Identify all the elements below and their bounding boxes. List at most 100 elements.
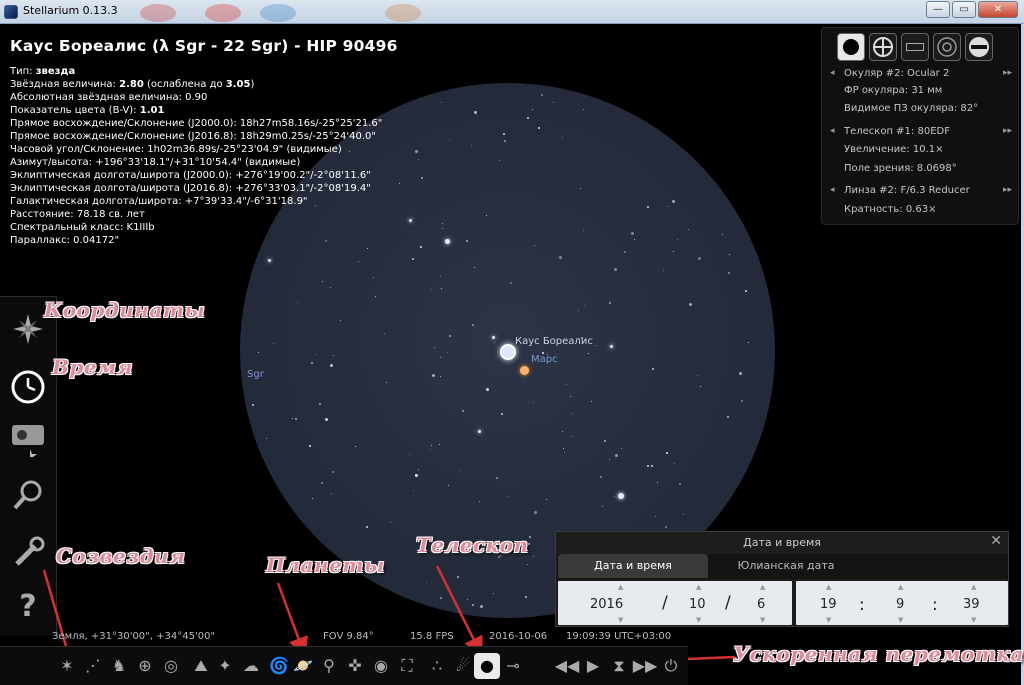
datetime-window-button[interactable] [8,367,48,407]
cardinal-points-button[interactable]: ✦ [212,653,238,679]
sky-view-window-button[interactable] [8,419,48,461]
background-star [448,139,450,141]
atmosphere-button[interactable]: ☁ [238,653,264,679]
background-star [614,453,618,457]
fullscreen-button[interactable]: ⛶ [394,653,420,679]
background-star [433,347,435,349]
object-ra-date: Прямое восхождение/Склонение (J2016.8): … [10,131,376,142]
background-star [621,447,622,449]
meteor-icon: ☄ [455,656,471,675]
satellites-button[interactable]: ∴ [424,653,450,679]
close-dialog-button[interactable]: ✕ [990,533,1002,549]
background-star [527,563,529,565]
set-current-time-button[interactable]: ⧗ [606,653,632,679]
background-star [417,468,419,470]
year-down-icon[interactable]: ▼ [618,616,623,624]
status-bar: Земля, +31°30'00", +34°45'00" FOV 9.84° … [0,628,1021,646]
configuration-window-button[interactable] [8,533,48,573]
background-star [666,451,669,454]
prev-lens-icon[interactable]: ◂ [830,185,835,195]
planet-labels-button[interactable]: 🪐 [290,653,316,679]
background-star [366,247,368,249]
bright-star [610,345,613,348]
prev-telescope-icon[interactable]: ◂ [830,126,835,136]
hour-down-icon[interactable]: ▼ [826,616,831,624]
next-telescope-icon[interactable]: ▸▸ [1003,126,1012,136]
cardinal-points-icon: ✦ [218,656,232,675]
center-icon: ✜ [348,656,362,675]
center-object-button[interactable]: ✜ [342,653,368,679]
hour-up-icon[interactable]: ▲ [826,583,831,591]
next-ocular-icon[interactable]: ▸▸ [1003,68,1012,78]
constellation-art-button[interactable]: ♞ [106,653,132,679]
location-window-button[interactable] [8,309,48,349]
background-star [485,214,487,216]
object-parallax: Параллакс: 0.04172" [10,235,120,246]
background-star [501,412,504,415]
second-input[interactable]: 39 [963,597,980,612]
quit-button[interactable]: ⏻ [658,653,684,679]
prev-ocular-icon[interactable]: ◂ [830,68,835,78]
crosshair-button[interactable] [869,33,897,61]
minimize-button[interactable]: — [926,1,950,18]
search-window-button[interactable] [8,475,48,515]
second-up-icon[interactable]: ▲ [971,583,976,591]
equatorial-grid-button[interactable]: ⊕ [132,653,158,679]
object-hour-angle: Часовой угол/Склонение: 1h02m36.89s/-25°… [10,144,342,155]
tab-date-time[interactable]: Дата и время [558,554,708,578]
night-mode-button[interactable]: ◉ [368,653,394,679]
real-time-speed-button[interactable]: ▶ [580,653,606,679]
day-up-icon[interactable]: ▲ [760,583,765,591]
year-input[interactable]: 2016 [590,597,623,612]
minute-down-icon[interactable]: ▼ [898,616,903,624]
hour-input[interactable]: 19 [820,597,837,612]
ocular-settings-icon [969,37,989,57]
ccd-button[interactable] [901,33,929,61]
ocular-settings-button[interactable] [965,33,993,61]
next-lens-icon[interactable]: ▸▸ [1003,185,1012,195]
month-input[interactable]: 10 [689,597,706,612]
help-window-button[interactable]: ? [8,587,48,627]
time-separator: : [932,595,938,615]
taskbar-blur-icon [260,4,296,22]
minute-input[interactable]: 9 [896,597,904,612]
ocular-title: Окуляр #2: Ocular 2 [844,68,950,79]
day-input[interactable]: 6 [757,597,765,612]
equatorial-mount-button[interactable]: ⚲ [316,653,342,679]
day-down-icon[interactable]: ▼ [760,616,765,624]
close-window-button[interactable]: ✕ [978,1,1018,18]
datetime-dialog-title[interactable]: Дата и время [556,532,1008,554]
telescope-control-button[interactable]: ⊸ [500,653,526,679]
tab-julian-date[interactable]: Юлианская дата [726,554,846,578]
background-star [429,449,431,451]
satellites-icon: ∴ [431,656,443,675]
maximize-button[interactable]: ▭ [952,1,976,18]
month-up-icon[interactable]: ▲ [696,583,701,591]
constellation-labels-button[interactable]: ⋰ [80,653,106,679]
decrease-time-speed-button[interactable]: ◀◀ [554,653,580,679]
second-down-icon[interactable]: ▼ [971,616,976,624]
mars-planet[interactable] [520,366,529,375]
lens-multiplier: Кратность: 0.63× [844,204,937,215]
month-down-icon[interactable]: ▼ [696,616,701,624]
increase-time-speed-button[interactable]: ▶▶ [632,653,658,679]
ground-button[interactable]: ⛰ [188,653,214,679]
ocular-view-button[interactable] [837,33,865,61]
background-star [671,200,675,204]
nebulae-button[interactable]: 🌀 [266,653,292,679]
constellation-labels-icon: ⋰ [85,656,101,675]
constellation-lines-button[interactable]: ✶ [54,653,80,679]
azimuthal-grid-button[interactable]: ◎ [158,653,184,679]
telrad-button[interactable] [933,33,961,61]
object-color-index: Показатель цвета (B-V): 1.01 [10,105,165,116]
meteor-shower-button[interactable]: ☄ [450,653,476,679]
background-star [311,361,314,364]
year-up-icon[interactable]: ▲ [618,583,623,591]
background-star [415,149,419,153]
selected-star-marker[interactable] [500,344,516,360]
oculars-button[interactable]: ● [474,653,500,679]
minute-up-icon[interactable]: ▲ [898,583,903,591]
annotation-time: Время [52,355,134,379]
status-fps: 15.8 FPS [410,631,454,642]
background-star [494,341,496,343]
